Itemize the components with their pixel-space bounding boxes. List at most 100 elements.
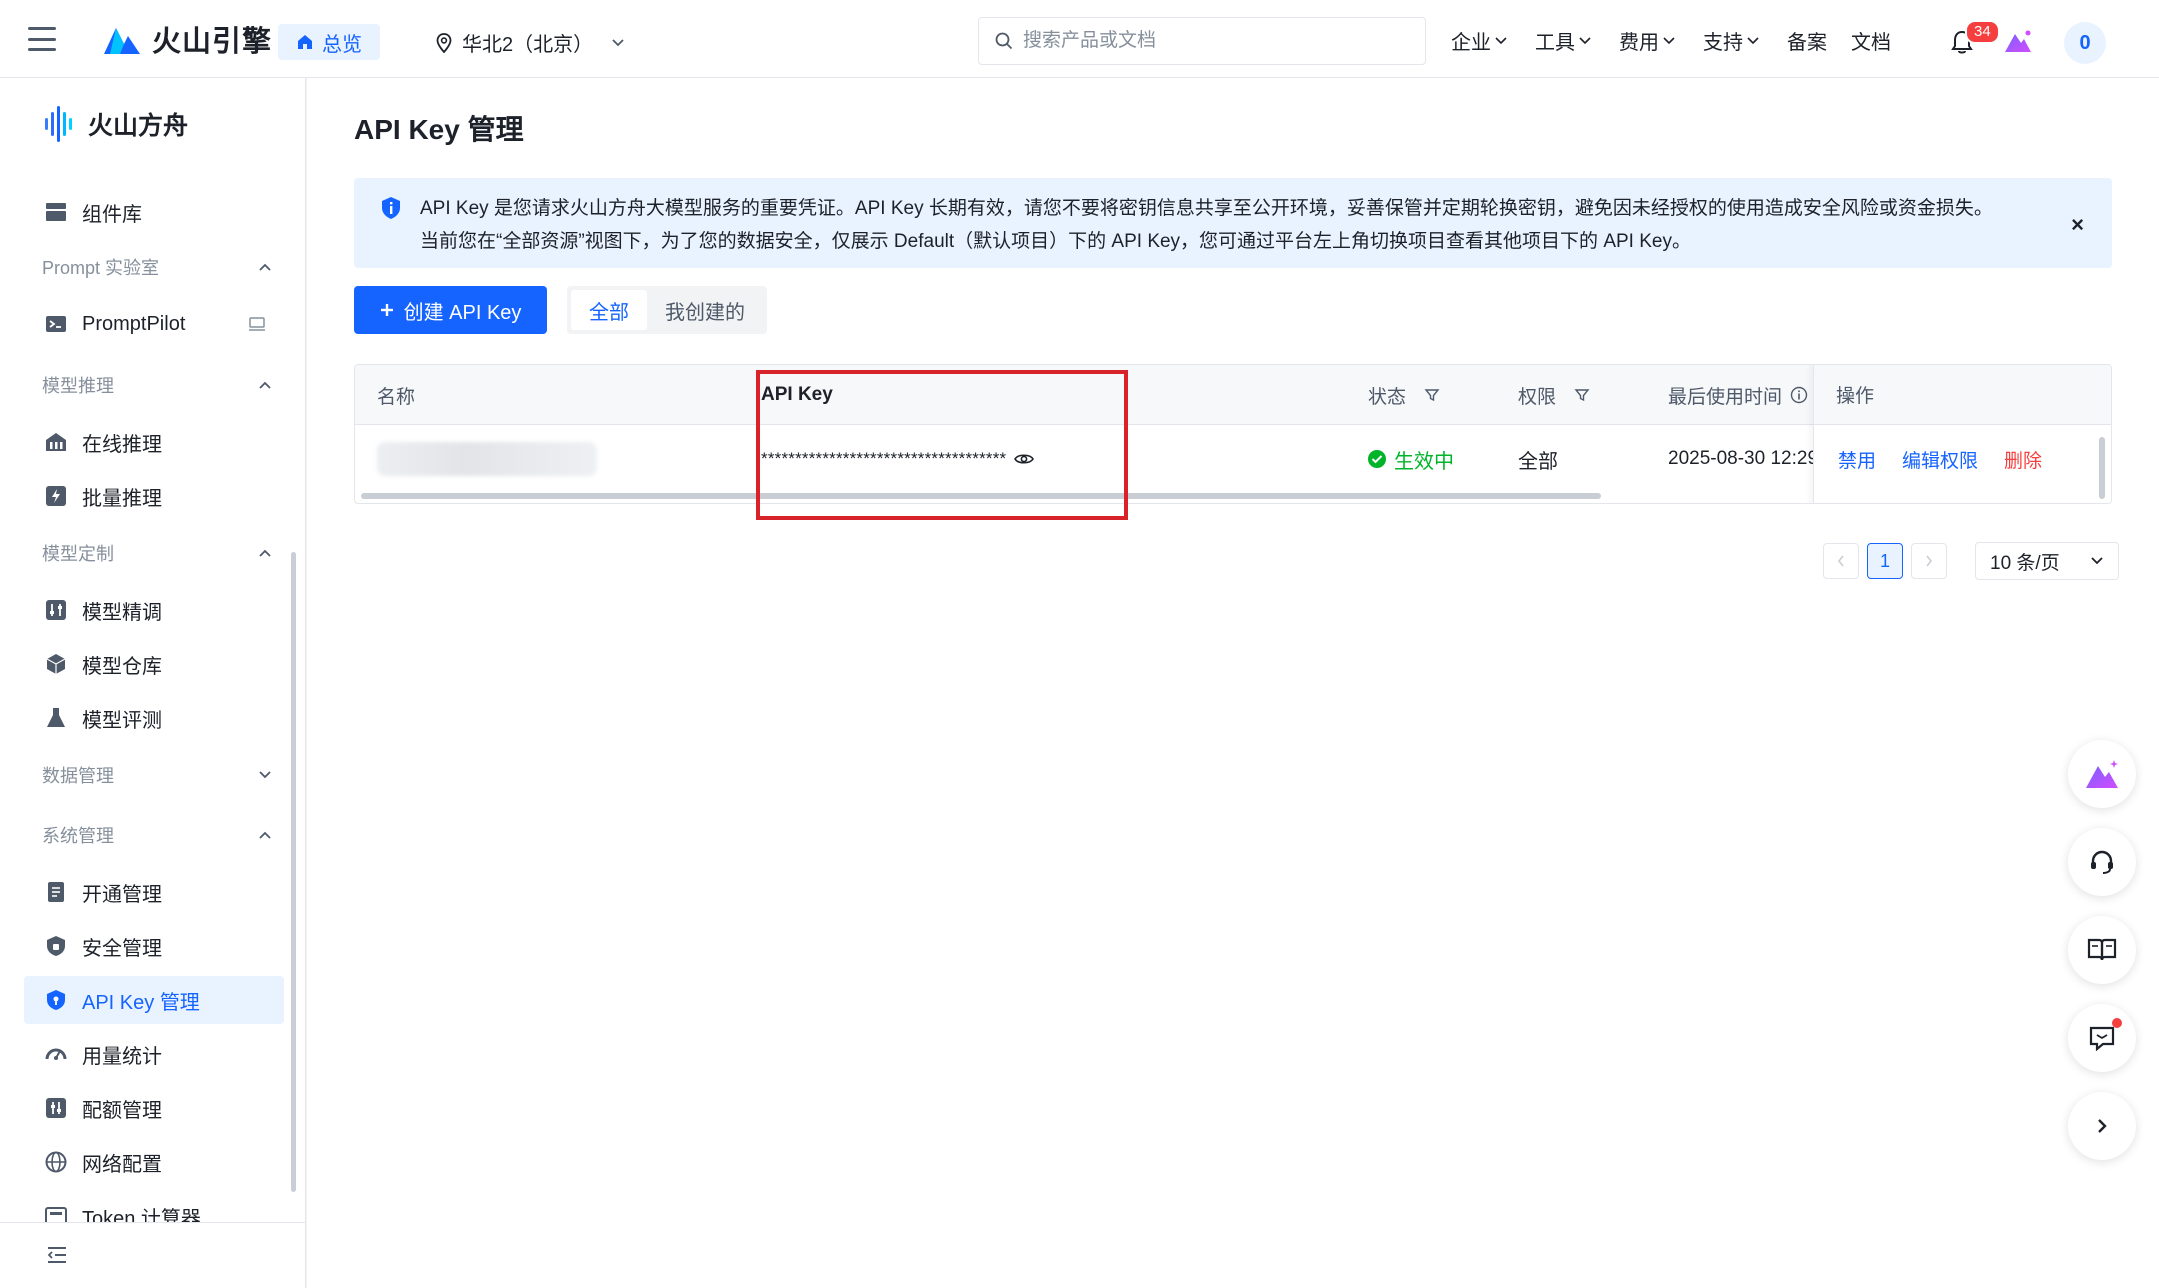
column-header-last-used: 最后使用时间	[1668, 365, 1808, 425]
page-size-label: 10 条/页	[1990, 552, 2060, 574]
chevron-up-icon	[259, 549, 271, 557]
tab-all[interactable]: 全部	[571, 290, 647, 330]
customer-service-button[interactable]	[2068, 828, 2136, 896]
user-avatar[interactable]: 0	[2064, 22, 2106, 64]
nav-billing[interactable]: 费用	[1619, 26, 1675, 55]
search-input[interactable]	[1023, 30, 1403, 52]
sidebar-item-model-repo[interactable]: 模型仓库	[24, 640, 284, 688]
sidebar-item-label: 开通管理	[82, 883, 162, 906]
region-selector[interactable]: 华北2（北京）	[436, 28, 625, 57]
status-badge: 生效中	[1368, 445, 1454, 474]
sidebar-item-token-calculator[interactable]: Token 计算器	[24, 1192, 284, 1222]
next-page-button[interactable]	[1911, 543, 1947, 579]
sidebar-item-model-eval[interactable]: 模型评测	[24, 694, 284, 742]
check-circle-icon	[1368, 450, 1386, 468]
sidebar-item-promptpilot[interactable]: PromptPilot	[24, 300, 284, 348]
feedback-button[interactable]	[2068, 1004, 2136, 1072]
cell-status: 生效中	[1368, 425, 1454, 493]
nav-tools[interactable]: 工具	[1535, 26, 1591, 55]
sidebar-group-data-management[interactable]: 数据管理	[42, 762, 272, 788]
sidebar-item-quota[interactable]: 配额管理	[24, 1084, 284, 1132]
redacted-name-placeholder	[377, 442, 597, 476]
notification-count-badge: 34	[1965, 20, 2000, 44]
filter-segmented-control: 全部 我创建的	[567, 286, 767, 334]
nav-support[interactable]: 支持	[1703, 26, 1759, 55]
disable-link[interactable]: 禁用	[1838, 446, 1876, 473]
sidebar-group-label: 数据管理	[42, 766, 114, 786]
info-circle-icon[interactable]	[1790, 386, 1808, 404]
page-number-button[interactable]: 1	[1867, 543, 1903, 579]
top-nav-menu: 企业 工具 费用 支持 备案 文档	[1451, 26, 1915, 55]
unread-dot	[2112, 1018, 2122, 1028]
sidebar-group-model-customization[interactable]: 模型定制	[42, 540, 272, 566]
tab-created-by-me[interactable]: 我创建的	[647, 290, 763, 330]
sidebar-item-batch-inference[interactable]: 批量推理	[24, 472, 284, 520]
chevron-right-icon	[1926, 555, 1933, 567]
sidebar-group-model-inference[interactable]: 模型推理	[42, 372, 272, 398]
usage-gauge-icon	[44, 1042, 68, 1066]
sidebar-item-api-key-management[interactable]: API Key 管理	[24, 976, 284, 1024]
ai-assistant-button[interactable]	[2068, 740, 2136, 808]
filter-icon[interactable]	[1574, 387, 1590, 403]
open-book-icon	[2087, 938, 2117, 961]
page-size-select[interactable]: 10 条/页	[1975, 542, 2119, 580]
sidebar-scrollbar[interactable]	[291, 552, 296, 1192]
sidebar-item-online-inference[interactable]: 在线推理	[24, 418, 284, 466]
sidebar-item-label: 模型评测	[82, 709, 162, 732]
expand-panel-button[interactable]	[2068, 1092, 2136, 1160]
prev-page-button[interactable]	[1823, 543, 1859, 579]
sidebar-item-activation[interactable]: 开通管理	[24, 868, 284, 916]
column-permission-label: 权限	[1518, 386, 1557, 408]
ai-assistant-mountain-icon[interactable]	[2003, 28, 2033, 54]
nav-enterprise-label: 企业	[1451, 32, 1491, 54]
collapse-sidebar-icon[interactable]	[46, 1245, 68, 1265]
column-header-actions: 操作	[1814, 365, 2111, 425]
table-vertical-scrollbar[interactable]	[2099, 437, 2105, 499]
online-inference-icon	[44, 430, 68, 454]
delete-link[interactable]: 删除	[2004, 446, 2042, 473]
sidebar-brand[interactable]: 火山方舟	[44, 104, 188, 144]
sidebar-item-security[interactable]: 安全管理	[24, 922, 284, 970]
sidebar-group-prompt-lab[interactable]: Prompt 实验室	[42, 254, 272, 280]
edit-permission-link[interactable]: 编辑权限	[1902, 446, 1978, 473]
component-library-icon	[44, 200, 68, 224]
sidebar-item-label: PromptPilot	[82, 312, 186, 335]
sidebar-item-fine-tune[interactable]: 模型精调	[24, 586, 284, 634]
chevron-up-icon	[259, 831, 271, 839]
column-header-permission: 权限	[1518, 365, 1590, 425]
security-icon	[44, 934, 68, 958]
nav-icp-filing[interactable]: 备案	[1787, 26, 1827, 55]
sidebar-item-usage[interactable]: 用量统计	[24, 1030, 284, 1078]
nav-enterprise[interactable]: 企业	[1451, 26, 1507, 55]
sidebar-brand-name: 火山方舟	[88, 112, 189, 140]
nav-docs[interactable]: 文档	[1851, 26, 1891, 55]
documentation-button[interactable]	[2068, 916, 2136, 984]
filter-icon[interactable]	[1424, 387, 1440, 403]
close-icon[interactable]: ×	[2071, 208, 2084, 241]
overview-button[interactable]: 总览	[278, 24, 380, 60]
sidebar-group-system-management[interactable]: 系统管理	[42, 822, 272, 848]
cell-last-used: 2025-08-30 12:29	[1668, 448, 1813, 469]
chevron-up-icon	[259, 263, 271, 271]
volcengine-logo[interactable]: 火山引擎	[102, 18, 272, 60]
global-search-box[interactable]	[978, 17, 1426, 65]
sidebar: 火山方舟 组件库 Prompt 实验室 PromptPilot 模型推理 在线推…	[0, 78, 306, 1288]
table-horizontal-scrollbar[interactable]	[361, 493, 1601, 499]
sidebar-item-label: API Key 管理	[82, 991, 200, 1014]
cell-api-key: ************************************	[761, 425, 1035, 493]
create-api-key-button[interactable]: 创建 API Key	[354, 286, 547, 334]
api-key-shield-icon	[44, 988, 68, 1012]
globe-icon	[44, 1150, 68, 1174]
hamburger-menu-icon[interactable]	[26, 24, 58, 54]
sidebar-item-label: 用量统计	[82, 1045, 162, 1068]
chevron-down-icon	[1579, 36, 1591, 44]
column-header-api-key: API Key	[761, 365, 833, 425]
sidebar-item-label: 组件库	[82, 203, 142, 226]
sidebar-item-network[interactable]: 网络配置	[24, 1138, 284, 1186]
cell-permission: 全部	[1518, 450, 1558, 473]
sidebar-item-label: 在线推理	[82, 433, 162, 456]
sidebar-footer	[0, 1222, 306, 1288]
chevron-right-icon	[2098, 1119, 2107, 1133]
eye-icon[interactable]	[1014, 452, 1035, 466]
sidebar-item-component-library[interactable]: 组件库	[24, 188, 284, 236]
